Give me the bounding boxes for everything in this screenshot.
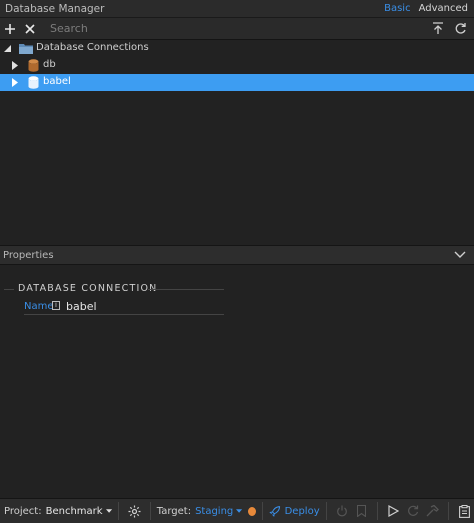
search-input[interactable] xyxy=(46,18,426,39)
tree-item-label: db xyxy=(43,59,56,70)
separator xyxy=(262,502,264,520)
settings-button[interactable] xyxy=(125,500,144,522)
expanded-arrow-icon[interactable] xyxy=(4,45,11,52)
separator xyxy=(117,502,119,520)
power-icon xyxy=(337,505,347,517)
collapsed-arrow-icon[interactable] xyxy=(12,61,18,70)
remove-button[interactable] xyxy=(20,19,40,39)
bookmark-button[interactable] xyxy=(352,500,371,522)
section-title: DATABASE CONNECTION xyxy=(18,283,158,294)
target-selector[interactable]: Staging xyxy=(195,506,233,517)
title-bar: Database Manager Basic Advanced xyxy=(0,0,474,18)
info-icon[interactable]: i xyxy=(52,301,60,310)
refresh-icon xyxy=(455,23,466,34)
database-icon xyxy=(28,59,39,72)
hammer-icon xyxy=(426,505,439,517)
window-title: Database Manager xyxy=(5,2,105,15)
upload-button[interactable] xyxy=(428,19,448,39)
status-bar: Project: Benchmark Target: Staging Deplo… xyxy=(0,498,474,523)
folder-icon xyxy=(19,44,33,54)
chevron-down-icon[interactable] xyxy=(454,251,466,259)
plus-icon xyxy=(5,23,15,34)
name-field-label: Name xyxy=(24,301,54,312)
refresh-button[interactable] xyxy=(450,19,470,39)
name-field-value[interactable]: babel xyxy=(66,300,97,313)
build-button[interactable] xyxy=(423,500,442,522)
collapsed-arrow-icon[interactable] xyxy=(12,78,18,87)
caret-down-icon[interactable] xyxy=(236,509,243,513)
add-button[interactable] xyxy=(0,19,20,39)
target-label: Target: xyxy=(156,505,192,517)
mode-switch: Basic Advanced xyxy=(384,3,468,14)
target-status-dot xyxy=(248,506,257,516)
clipboard-icon xyxy=(458,504,470,518)
caret-down-icon[interactable] xyxy=(105,509,112,513)
bookmark-icon xyxy=(356,505,366,517)
gear-icon xyxy=(128,505,141,517)
mode-basic-tab[interactable]: Basic xyxy=(384,3,410,14)
deploy-button[interactable]: Deploy xyxy=(285,506,320,517)
tree-item-babel[interactable]: babel xyxy=(0,74,474,91)
separator xyxy=(325,502,327,520)
separator xyxy=(377,502,378,520)
mode-advanced-tab[interactable]: Advanced xyxy=(419,3,468,14)
play-icon xyxy=(388,505,400,517)
tree-item-label: babel xyxy=(43,76,71,87)
upload-icon xyxy=(433,22,443,34)
run-button[interactable] xyxy=(384,500,403,522)
project-label: Project: xyxy=(4,505,42,517)
section-divider xyxy=(148,289,224,290)
project-selector[interactable]: Benchmark xyxy=(46,506,103,517)
section-divider xyxy=(4,289,14,290)
separator xyxy=(149,502,151,520)
rocket-icon[interactable] xyxy=(269,505,281,518)
connections-tree: Database Connections db babel xyxy=(0,40,474,244)
power-button[interactable] xyxy=(332,500,351,522)
tree-item-db[interactable]: db xyxy=(0,57,474,74)
tree-root-row[interactable]: Database Connections xyxy=(0,40,474,57)
database-icon xyxy=(28,76,39,89)
close-icon xyxy=(25,23,35,34)
reload-button[interactable] xyxy=(403,500,422,522)
properties-panel: DATABASE CONNECTION Name i babel xyxy=(0,266,474,497)
tree-root-label: Database Connections xyxy=(36,42,149,53)
clipboard-button[interactable] xyxy=(455,500,474,522)
properties-header[interactable]: Properties xyxy=(0,245,474,265)
field-underline xyxy=(24,314,224,315)
separator xyxy=(447,502,449,520)
properties-title: Properties xyxy=(3,249,54,261)
refresh-icon xyxy=(407,505,418,516)
toolbar xyxy=(0,18,474,40)
